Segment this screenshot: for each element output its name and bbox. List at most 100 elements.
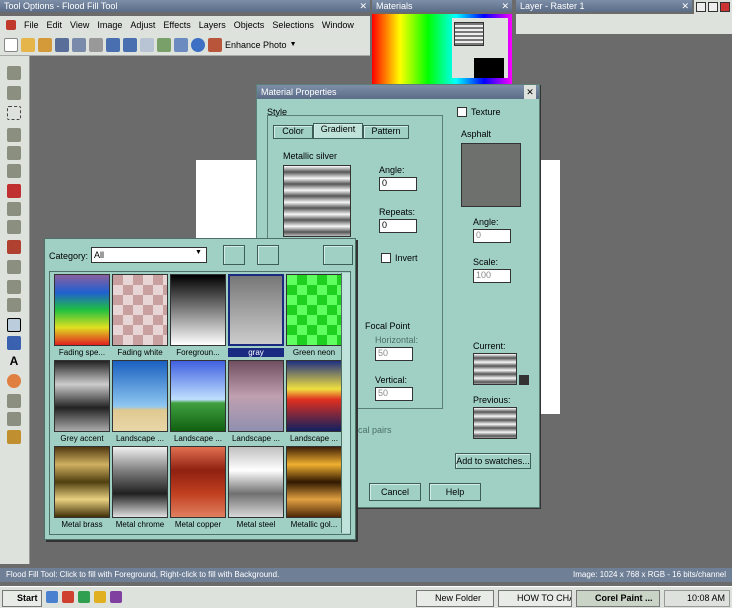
- help-button[interactable]: Help: [429, 483, 481, 501]
- draw-tool-icon[interactable]: [7, 394, 21, 408]
- scale-field[interactable]: 100: [473, 269, 511, 283]
- pen-tool-icon[interactable]: [7, 336, 21, 350]
- quick-launch-icon[interactable]: [94, 591, 106, 603]
- redo-icon[interactable]: [123, 37, 137, 52]
- category-select[interactable]: All: [91, 247, 207, 263]
- browse-icon[interactable]: [38, 37, 52, 52]
- start-button[interactable]: Start: [2, 590, 42, 607]
- copy-swatch-button[interactable]: [257, 245, 279, 265]
- maximize-icon[interactable]: [708, 2, 718, 12]
- object-tool-icon[interactable]: [7, 430, 21, 444]
- swatch-item[interactable]: Landscape ...: [112, 360, 168, 444]
- menu-item[interactable]: Layers: [199, 20, 226, 30]
- menu-item[interactable]: View: [70, 20, 89, 30]
- swap-icon[interactable]: [519, 375, 529, 385]
- quick-launch-icon[interactable]: [110, 591, 122, 603]
- previous-swatch[interactable]: [473, 407, 517, 439]
- swatch-menu-button[interactable]: [223, 245, 245, 265]
- dropper-tool-icon[interactable]: [7, 128, 21, 142]
- foreground-swatch[interactable]: [454, 22, 484, 46]
- close-icon[interactable]: ✕: [681, 0, 689, 12]
- cancel-button[interactable]: Cancel: [369, 483, 421, 501]
- open-icon[interactable]: [21, 37, 35, 52]
- texture-preview[interactable]: [461, 143, 521, 207]
- eraser-tool-icon[interactable]: [7, 280, 21, 294]
- close-icon[interactable]: ✕: [524, 85, 536, 99]
- swatch-item[interactable]: Foregroun...: [170, 274, 226, 358]
- menu-item[interactable]: Adjust: [130, 20, 155, 30]
- swatch-item[interactable]: Green neon: [286, 274, 342, 358]
- enhance-photo-button[interactable]: Enhance Photo: [225, 40, 287, 50]
- swatch-item[interactable]: Fading spe...: [54, 274, 110, 358]
- dodge-tool-icon[interactable]: [7, 260, 21, 274]
- swatch-item[interactable]: Metal steel: [228, 446, 284, 530]
- menu-item[interactable]: Effects: [163, 20, 190, 30]
- taskbar-item[interactable]: HOW TO CHA...: [498, 590, 572, 607]
- deform-tool-icon[interactable]: [7, 164, 21, 178]
- menu-item[interactable]: Image: [97, 20, 122, 30]
- popup-scrollbar[interactable]: [341, 273, 350, 533]
- save-as-icon[interactable]: [72, 37, 86, 52]
- red-eye-tool-icon[interactable]: [7, 184, 21, 198]
- layer-titlebar[interactable]: Layer - Raster 1 ✕: [516, 0, 692, 12]
- menu-item[interactable]: Window: [322, 20, 354, 30]
- quick-launch-icon[interactable]: [62, 591, 74, 603]
- save-icon[interactable]: [55, 37, 69, 52]
- help-icon[interactable]: [191, 37, 205, 52]
- quick-launch-icon[interactable]: [78, 591, 90, 603]
- dialog-titlebar[interactable]: Material Properties ✕: [257, 85, 539, 99]
- horizontal-field[interactable]: 50: [375, 347, 413, 361]
- clone-tool-icon[interactable]: [7, 220, 21, 234]
- selection-tool-icon[interactable]: [7, 106, 21, 120]
- taskbar-item[interactable]: New Folder: [416, 590, 494, 607]
- makeover-tool-icon[interactable]: [7, 202, 21, 216]
- minimize-icon[interactable]: [696, 2, 706, 12]
- swatch-item[interactable]: Landscape ...: [228, 360, 284, 444]
- crop-tool-icon[interactable]: [7, 146, 21, 160]
- tab-pattern[interactable]: Pattern: [363, 125, 409, 139]
- vertical-field[interactable]: 50: [375, 387, 413, 401]
- close-icon[interactable]: ✕: [501, 0, 509, 12]
- picture-tube-icon[interactable]: [7, 298, 21, 312]
- swatch-item[interactable]: Fading white: [112, 274, 168, 358]
- materials-titlebar[interactable]: Materials ✕: [372, 0, 512, 12]
- chevron-down-icon[interactable]: ▼: [195, 249, 202, 256]
- menu-item[interactable]: Edit: [47, 20, 63, 30]
- gradient-preview[interactable]: [283, 165, 351, 237]
- texture-checkbox[interactable]: [457, 107, 467, 117]
- view-options-button[interactable]: [323, 245, 353, 265]
- tab-gradient[interactable]: Gradient: [313, 123, 363, 139]
- swatch-item[interactable]: Landscape ...: [286, 360, 342, 444]
- swatch-item[interactable]: Metal chrome: [112, 446, 168, 530]
- warp-tool-icon[interactable]: [7, 412, 21, 426]
- swatch-item[interactable]: Metal copper: [170, 446, 226, 530]
- new-icon[interactable]: [4, 37, 18, 52]
- move-tool-icon[interactable]: [7, 86, 21, 100]
- undo-icon[interactable]: [106, 37, 120, 52]
- close-icon[interactable]: ✕: [359, 0, 367, 12]
- swatch-item[interactable]: Metal brass: [54, 446, 110, 530]
- menu-item[interactable]: File: [24, 20, 39, 30]
- taskbar-item[interactable]: Corel Paint ...: [576, 590, 660, 607]
- invert-checkbox[interactable]: [381, 253, 391, 263]
- tab-color[interactable]: Color: [273, 125, 313, 139]
- swatch-item[interactable]: Landscape ...: [170, 360, 226, 444]
- swatch-item[interactable]: Grey accent: [54, 360, 110, 444]
- menu-item[interactable]: Selections: [272, 20, 314, 30]
- add-to-swatches-button[interactable]: Add to swatches...: [455, 453, 531, 469]
- flood-fill-tool-icon[interactable]: [7, 318, 21, 332]
- palette-icon[interactable]: [157, 37, 171, 52]
- menu-item[interactable]: Objects: [234, 20, 265, 30]
- shape-tool-icon[interactable]: [7, 374, 21, 388]
- resize-icon[interactable]: [140, 37, 154, 52]
- texture-angle-field[interactable]: 0: [473, 229, 511, 243]
- materials-icon[interactable]: [174, 37, 188, 52]
- paint-brush-icon[interactable]: [7, 240, 21, 254]
- quick-launch-icon[interactable]: [46, 591, 58, 603]
- swatch-item[interactable]: Metallic gol...: [286, 446, 342, 530]
- repeats-field[interactable]: 0: [379, 219, 417, 233]
- print-icon[interactable]: [89, 37, 103, 52]
- chevron-down-icon[interactable]: ▼: [290, 41, 297, 48]
- swatch-item[interactable]: gray: [228, 274, 284, 358]
- close-icon[interactable]: [720, 2, 730, 12]
